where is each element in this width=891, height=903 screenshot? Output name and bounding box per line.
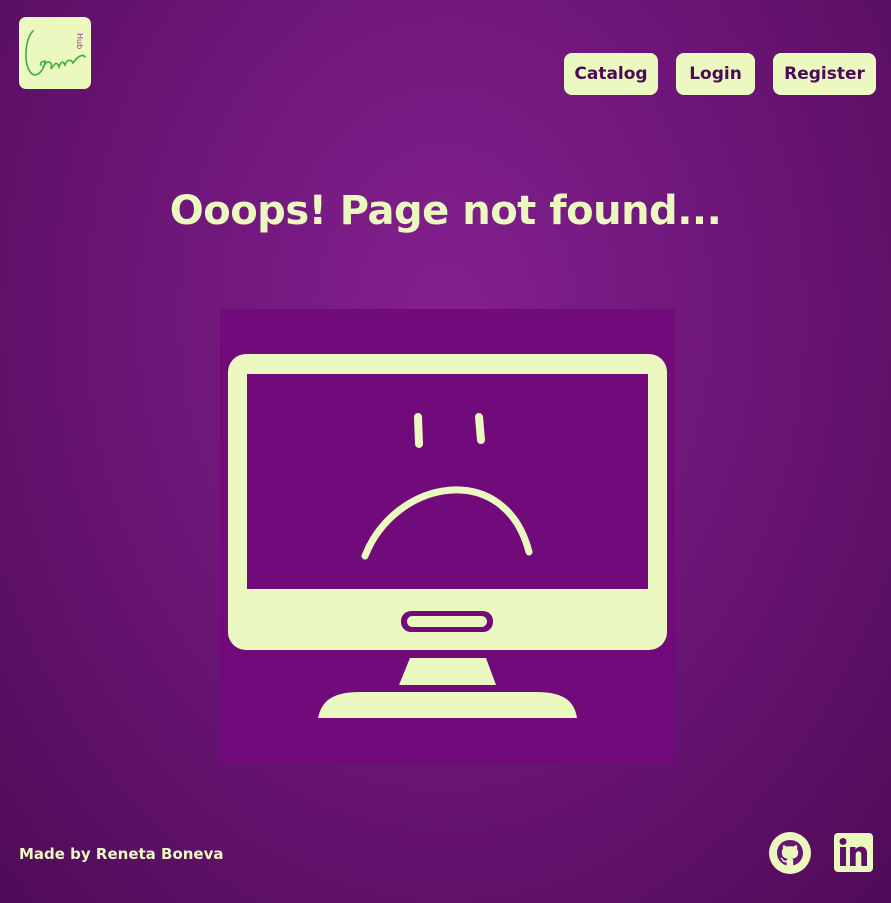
login-button[interactable]: Login <box>676 53 755 95</box>
main-nav: Catalog Login Register <box>564 53 876 95</box>
not-found-illustration <box>220 309 675 764</box>
svg-text:Hub: Hub <box>75 33 84 49</box>
linkedin-link[interactable] <box>834 833 873 872</box>
page-title: Ooops! Page not found... <box>169 188 722 234</box>
register-button[interactable]: Register <box>773 53 876 95</box>
catalog-button[interactable]: Catalog <box>564 53 658 95</box>
sad-monitor-icon <box>228 354 667 718</box>
github-icon <box>769 832 811 874</box>
linkedin-icon <box>834 833 873 872</box>
github-link[interactable] <box>769 832 811 874</box>
gamehub-logo-icon: Hub <box>25 30 86 76</box>
footer-credit: Made by Reneta Boneva <box>19 845 224 863</box>
logo[interactable]: Hub <box>19 17 91 89</box>
